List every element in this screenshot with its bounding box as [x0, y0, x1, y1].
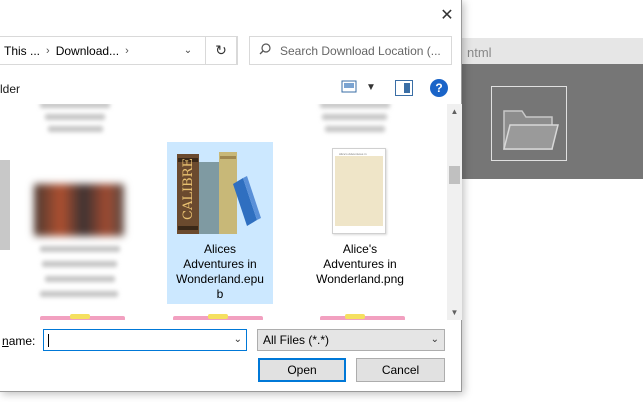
address-bar[interactable]: This ... › Download... › ⌄: [0, 36, 238, 65]
file-name-line: Wonderland.epu: [176, 272, 264, 286]
blurred-file-label: [320, 104, 390, 108]
partial-thumbnail[interactable]: [345, 314, 365, 319]
file-list: CALIBRE Alices Adventures in Wonderland.…: [10, 104, 447, 320]
partial-thumbnail[interactable]: [70, 314, 90, 319]
refresh-button[interactable]: ↻: [205, 36, 237, 65]
calibre-spine-text: CALIBRE: [181, 158, 196, 220]
blurred-file-label: [42, 261, 117, 267]
open-button[interactable]: Open: [258, 358, 346, 382]
address-history-dropdown-icon[interactable]: ⌄: [176, 37, 200, 64]
blurred-file-label: [48, 126, 103, 132]
chevron-right-icon[interactable]: ›: [44, 45, 52, 57]
file-item-epub[interactable]: CALIBRE Alices Adventures in Wonderland.…: [167, 142, 273, 304]
filename-label: name:: [2, 334, 36, 348]
navigation-pane-edge: [0, 160, 10, 250]
filetype-value[interactable]: All Files (*.*): [263, 333, 329, 347]
open-file-dialog: ✕ This ... › Download... › ⌄ ↻ Search Do…: [0, 0, 462, 392]
file-name-line: b: [216, 287, 224, 301]
file-name-line: Alices: [203, 242, 236, 256]
document-page: [335, 156, 383, 226]
change-view-icon[interactable]: [341, 80, 361, 96]
breadcrumb-this-pc[interactable]: This ...: [0, 44, 44, 58]
blurred-file-label: [45, 276, 115, 282]
calibre-book-icon: CALIBRE: [177, 148, 267, 238]
close-icon[interactable]: ✕: [434, 2, 460, 28]
scroll-down-icon[interactable]: ▼: [447, 305, 462, 320]
file-name: Alices Adventures in Wonderland.epu b: [167, 242, 273, 302]
file-name-line: Alice's: [342, 242, 378, 256]
filename-input[interactable]: ⌄: [43, 329, 247, 351]
search-icon: [250, 43, 280, 58]
search-placeholder[interactable]: Search Download Location (...: [280, 44, 441, 58]
view-dropdown-icon[interactable]: ▼: [366, 82, 376, 93]
background-folder-icon[interactable]: [491, 86, 567, 161]
document-thumbnail-icon[interactable]: Alice's Adventures in Wonderland: [332, 148, 386, 234]
blurred-file-label: [40, 104, 110, 108]
filetype-dropdown-icon[interactable]: ⌄: [431, 334, 439, 345]
file-name-line: Adventures in: [183, 257, 257, 271]
preview-pane-icon[interactable]: [395, 80, 413, 96]
blurred-file-label: [325, 126, 385, 132]
partial-thumbnail[interactable]: [208, 314, 228, 319]
blurred-file-label: [40, 291, 118, 297]
blurred-file-label: [45, 114, 105, 120]
scroll-up-icon[interactable]: ▲: [447, 104, 462, 119]
scrollbar-thumb[interactable]: [449, 166, 460, 184]
help-icon[interactable]: ?: [430, 79, 448, 97]
breadcrumb-downloads[interactable]: Download...: [52, 44, 123, 58]
blurred-file-label: [322, 114, 387, 120]
new-folder-button[interactable]: lder: [0, 82, 20, 96]
file-name-line: Wonderland.png: [316, 272, 404, 286]
vertical-scrollbar[interactable]: ▲ ▼: [447, 104, 462, 320]
file-item-png[interactable]: Alice's Adventures in Wonderland.png: [306, 242, 414, 287]
cancel-button[interactable]: Cancel: [356, 358, 445, 382]
filename-dropdown-icon[interactable]: ⌄: [234, 334, 242, 345]
cancel-button-label: Cancel: [381, 363, 420, 377]
blurred-thumbnail[interactable]: [34, 184, 124, 236]
text-caret: [48, 334, 49, 347]
open-button-label: Open: [287, 363, 317, 377]
background-path-text: ntml: [467, 45, 492, 60]
blurred-file-label: [40, 246, 120, 252]
filetype-select[interactable]: All Files (*.*) ⌄: [257, 329, 445, 351]
search-box[interactable]: Search Download Location (...: [249, 36, 452, 65]
chevron-right-icon[interactable]: ›: [123, 45, 131, 57]
file-name-line: Adventures in: [323, 257, 397, 271]
